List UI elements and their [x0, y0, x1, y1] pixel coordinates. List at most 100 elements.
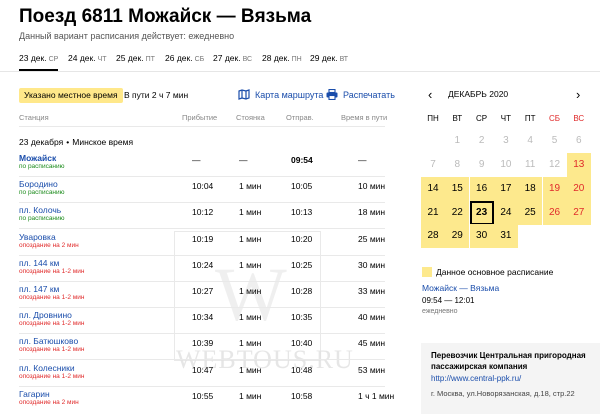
station-status: по расписанию [19, 189, 65, 197]
date-tab-date: 27 дек. [213, 53, 241, 63]
prev-month-icon[interactable]: ‹ [428, 87, 432, 102]
stop-duration: 1 мин [239, 181, 262, 192]
column-header-travel-time: Время в пути [341, 113, 388, 122]
calendar-day[interactable]: 23 [469, 200, 494, 225]
stop-duration: 1 мин [239, 312, 262, 323]
calendar-day: 12 [548, 159, 561, 170]
travel-time: В пути 2 ч 7 мин [124, 90, 189, 100]
station-name-link[interactable]: Можайск [19, 153, 56, 163]
travel-duration: 40 мин [358, 312, 386, 323]
station-name-link[interactable]: пл. 147 км [19, 284, 59, 294]
calendar-day[interactable]: 17 [493, 176, 518, 201]
date-tab[interactable]: 28 дек. ПН [262, 53, 302, 63]
calendar-day[interactable]: 13 [566, 153, 591, 177]
calendar-day[interactable]: 30 [469, 224, 494, 249]
station-name-link[interactable]: Уваровка [19, 232, 56, 242]
stop-duration: 1 мин [239, 259, 262, 270]
date-tab[interactable]: 29 дек. ВТ [310, 53, 348, 63]
legend-swatch [422, 267, 432, 277]
date-tab-weekday: ПТ [145, 56, 155, 63]
row-divider [19, 385, 385, 387]
calendar-day: 9 [478, 159, 485, 170]
calendar-day: 6 [576, 135, 582, 147]
arrival-time: 10:34 [192, 312, 214, 323]
departure-time: 10:58 [291, 390, 313, 401]
legend-times: 09:54 — 12:01 [422, 296, 475, 305]
date-tab-date: 25 дек. [116, 53, 144, 63]
date-tab[interactable]: 25 дек. ПТ [116, 53, 155, 63]
table-divider [19, 126, 385, 127]
calendar-day[interactable]: 26 [542, 200, 567, 225]
date-tab-weekday: ВС [242, 56, 253, 63]
calendar-day[interactable]: 31 [493, 224, 518, 249]
date-tab-date: 28 дек. [262, 53, 290, 63]
travel-duration: 1 ч 1 мин [358, 390, 395, 401]
row-divider [19, 307, 385, 308]
calendar-weekday: ПТ [524, 114, 536, 123]
station-status: опоздание на 2 мин [19, 398, 79, 406]
calendar-day: 8 [454, 159, 461, 170]
section-date-label: 23 декабря [19, 137, 64, 147]
station-name-link[interactable]: пл. 144 км [19, 258, 59, 268]
station-status: по расписанию [19, 163, 65, 170]
date-tab[interactable]: 27 дек. ВС [213, 53, 252, 63]
carrier-website-link[interactable]: http://www.central-ppk.ru/ [431, 374, 521, 383]
calendar-day[interactable]: 21 [421, 200, 445, 225]
date-tab-weekday: ЧТ [97, 56, 107, 63]
calendar-day[interactable]: 19 [542, 176, 567, 201]
date-tab[interactable]: 26 дек. СБ [165, 53, 204, 63]
calendar-weekday: ВС [573, 114, 585, 123]
date-tab[interactable]: 24 дек. ЧТ [68, 53, 107, 63]
legend-route-link[interactable]: Можайск — Вязьма [422, 283, 499, 293]
row-divider [19, 333, 385, 335]
table-row: Гагарин опоздание на 2 мин 10:55 1 мин 10:58… [0, 389, 400, 414]
separator-dot: • [66, 137, 70, 147]
calendar-day[interactable]: 14 [421, 176, 445, 201]
station-name-link[interactable]: пл. Батюшково [19, 336, 78, 346]
local-time-badge: Указано местное время [19, 88, 123, 103]
stop-duration: — [239, 155, 248, 165]
departure-time: 10:35 [291, 312, 313, 323]
departure-time: 09:54 [291, 155, 313, 165]
travel-duration: 18 мин [358, 207, 386, 218]
calendar-day[interactable]: 20 [566, 176, 591, 201]
schedule-validity: Данный вариант расписания действует: еже… [19, 31, 235, 41]
date-tab-date: 29 дек. [310, 53, 338, 63]
calendar-day[interactable]: 27 [566, 200, 591, 225]
next-month-icon[interactable]: › [576, 87, 580, 102]
arrival-time: 10:47 [192, 364, 214, 375]
calendar-weekday: СР [476, 114, 488, 123]
calendar-day[interactable]: 24 [493, 200, 518, 225]
date-tab[interactable]: 23 дек. СР [19, 53, 59, 71]
station-name-link[interactable]: пл. Дровнино [19, 310, 72, 320]
arrival-time: 10:27 [192, 286, 214, 296]
calendar-day[interactable]: 29 [445, 224, 470, 249]
calendar-day[interactable]: 28 [421, 224, 445, 249]
row-divider [19, 176, 385, 177]
date-tab-weekday: ПН [291, 56, 302, 63]
row-divider [19, 280, 385, 282]
calendar-day[interactable]: 16 [469, 176, 494, 201]
station-name-link[interactable]: пл. Колесники [19, 363, 75, 373]
calendar-day[interactable]: 25 [518, 200, 543, 225]
route-map-link[interactable]: Карта маршрута [238, 89, 323, 100]
carrier-name: Перевозчик Центральная пригородная пасса… [431, 351, 586, 371]
legend-frequency: ежедневно [422, 308, 458, 315]
carrier-address: г. Москва, ул.Новорязанская, д.18, стр.2… [431, 389, 575, 398]
departure-time: 10:20 [291, 233, 313, 244]
row-divider [19, 228, 385, 230]
date-tab-weekday: ВТ [339, 56, 349, 63]
calendar-day[interactable]: 15 [445, 176, 470, 201]
travel-duration: 10 мин [358, 181, 386, 192]
calendar-day[interactable]: 22 [445, 200, 470, 225]
print-link[interactable]: Распечатать [326, 89, 395, 100]
station-name-link[interactable]: Бородино [19, 179, 58, 189]
stop-duration: 1 мин [239, 233, 262, 244]
station-name-link[interactable]: пл. Колочь [19, 205, 61, 215]
calendar-day[interactable]: 18 [518, 176, 543, 201]
departure-time: 10:48 [291, 364, 313, 375]
date-tab-date: 23 дек. [19, 53, 47, 63]
station-status: по расписанию [19, 215, 65, 223]
calendar-weekday: ПН [427, 114, 439, 123]
station-name-link[interactable]: Гагарин [19, 389, 50, 399]
